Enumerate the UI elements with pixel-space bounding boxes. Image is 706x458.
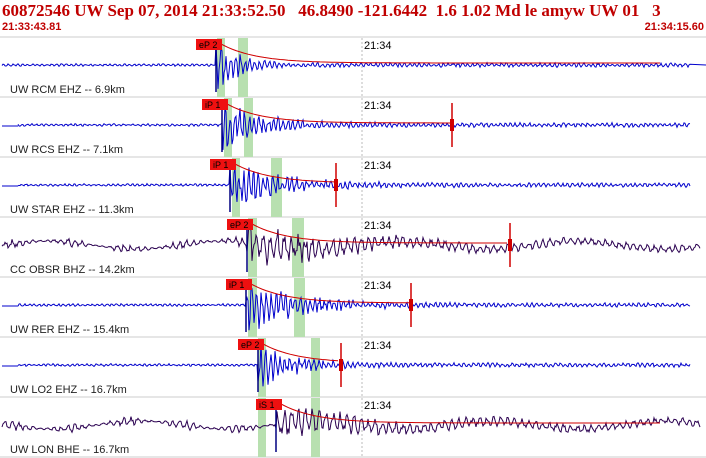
trace-row: eP 2 21:34 UW RCM EHZ -- 6.9km <box>1 39 706 96</box>
station-label: UW STAR EHZ -- 11.3km <box>10 204 134 216</box>
coda-end-marker-box <box>508 239 512 251</box>
trace-row: iP 1 21:34 UW RCS EHZ -- 7.1km <box>2 99 691 156</box>
station-label: CC OBSR BHZ -- 14.2km <box>10 264 135 276</box>
station-label: UW LO2 EHZ -- 16.7km <box>10 384 127 396</box>
coda-curve <box>257 340 339 362</box>
arrival-window <box>292 218 304 277</box>
trace-rows: eP 2 21:34 UW RCM EHZ -- 6.9km iP 1 21:34 UW … <box>1 39 706 456</box>
waveform <box>1 43 706 89</box>
pick-label: iP 1 <box>205 100 220 110</box>
coda-end-marker-box <box>450 119 454 131</box>
waveform <box>1 408 701 436</box>
waveform <box>2 165 691 203</box>
seismogram-panel: eP 2 21:34 UW RCM EHZ -- 6.9km iP 1 21:34 UW … <box>0 36 706 458</box>
coda-curve <box>275 400 660 424</box>
pick-label: iS 1 <box>259 400 275 410</box>
coda-curve <box>215 40 660 64</box>
station-label: UW RCM EHZ -- 6.9km <box>10 84 125 96</box>
trace-row: iP 1 21:34 UW STAR EHZ -- 11.3km <box>2 159 691 216</box>
station-label: UW RCS EHZ -- 7.1km <box>10 144 123 156</box>
coda-end-marker-box <box>334 179 338 191</box>
pick-label: iP 1 <box>213 160 228 170</box>
station-label: UW RER EHZ -- 15.4km <box>10 324 129 336</box>
coda-end-marker-box <box>409 299 413 311</box>
pick-label: eP 2 <box>230 220 248 230</box>
trace-row: iP 1 21:34 UW RER EHZ -- 15.4km <box>2 279 691 336</box>
minute-label: 21:34 <box>364 40 392 52</box>
pick-label: eP 2 <box>241 340 259 350</box>
coda-end-marker-box <box>339 359 343 371</box>
trace-row: iS 1 21:34 UW LON BHE -- 16.7km <box>1 399 701 456</box>
minute-label: 21:34 <box>364 100 392 112</box>
minute-label: 21:34 <box>364 220 392 232</box>
waveform <box>2 342 691 387</box>
minute-label: 21:34 <box>364 340 392 352</box>
pick-label: eP 2 <box>199 40 217 50</box>
minute-label: 21:34 <box>364 160 392 172</box>
trace-row: eP 2 21:34 UW LO2 EHZ -- 16.7km <box>2 339 691 396</box>
coda-curve <box>221 100 450 124</box>
arrival-window <box>311 398 320 457</box>
minute-label: 21:34 <box>364 280 392 292</box>
trace-row: eP 2 21:34 CC OBSR BHZ -- 14.2km <box>1 219 701 276</box>
waveform <box>1 222 701 266</box>
minute-label: 21:34 <box>364 400 392 412</box>
arrival-window <box>294 278 305 337</box>
station-label: UW LON BHE -- 16.7km <box>10 444 129 456</box>
pick-label: iP 1 <box>229 280 244 290</box>
